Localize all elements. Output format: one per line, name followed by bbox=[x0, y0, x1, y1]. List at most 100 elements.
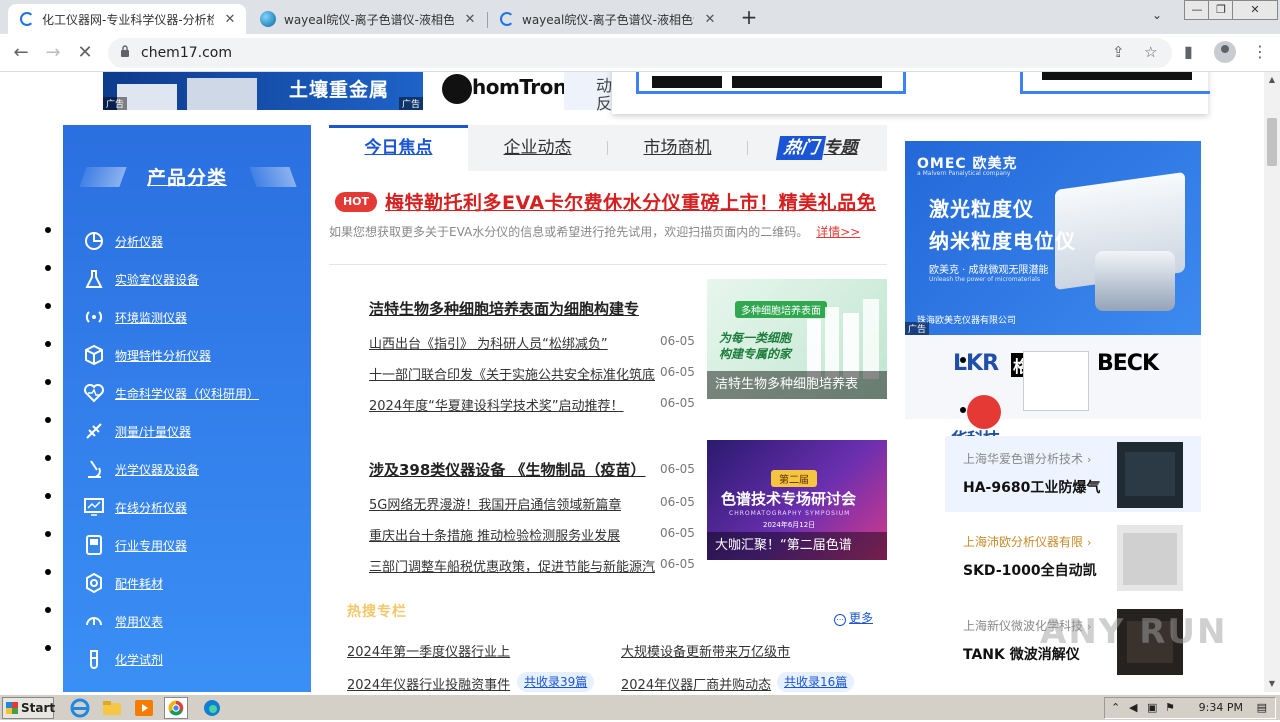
dark-text-banner-ad[interactable] bbox=[612, 72, 1210, 114]
tab-market[interactable]: 市场商机 bbox=[608, 125, 747, 171]
folder-icon[interactable] bbox=[100, 697, 124, 719]
category-item[interactable]: 化学试剂 bbox=[83, 647, 163, 671]
pie-chart-icon bbox=[85, 232, 103, 250]
tab-close-icon[interactable]: ✕ bbox=[462, 12, 478, 27]
tab-hot-topics[interactable]: 热门 专题 bbox=[748, 125, 887, 171]
category-item[interactable]: 测量/计量仪器 bbox=[83, 419, 191, 443]
headline-summary: 如果您想获取更多关于EVA水分仪的信息或希望进行抢先试用，欢迎扫描页面内的二维码… bbox=[329, 223, 860, 240]
category-item[interactable]: 环境监测仪器 bbox=[83, 305, 187, 329]
action-center-icon[interactable]: ▤ bbox=[1257, 701, 1267, 714]
more-link[interactable]: ⋯ 更多 bbox=[834, 609, 873, 626]
category-title[interactable]: 产品分类 bbox=[147, 163, 227, 190]
hot-link[interactable]: 2024年仪器厂商并购动态 bbox=[621, 674, 771, 692]
category-item[interactable]: 行业专用仪器 bbox=[83, 533, 187, 557]
share-icon[interactable]: ⇪ bbox=[1112, 43, 1125, 61]
partner-logo[interactable]: LKR bbox=[953, 351, 999, 376]
product-card[interactable]: 上海华爱色谱分析技术 › HA-9680工业防爆气 bbox=[945, 436, 1201, 512]
hot-columns-title: 热搜专栏 bbox=[347, 604, 407, 620]
collection-count-pill[interactable]: 共收录16篇 bbox=[777, 672, 855, 692]
windows-taskbar: Start ⌃ ◀ ▣ ⚑ 9:34 PM ▤ bbox=[0, 694, 1280, 720]
back-button[interactable]: ← bbox=[8, 40, 34, 66]
edge-icon[interactable] bbox=[200, 697, 224, 719]
category-item[interactable]: 分析仪器 bbox=[83, 229, 163, 253]
more-circle-icon: ⋯ bbox=[834, 614, 846, 626]
volume-icon[interactable]: ◀ bbox=[1129, 701, 1137, 714]
category-label: 常用仪表 bbox=[115, 614, 164, 629]
topics-label: 专题 bbox=[823, 138, 858, 158]
scroll-thumb[interactable] bbox=[1267, 118, 1277, 166]
stop-loading-button[interactable]: ✕ bbox=[72, 40, 98, 66]
text-bar bbox=[732, 76, 882, 88]
close-window-button[interactable]: ✕ bbox=[1232, 0, 1278, 20]
news-item-link[interactable]: 重庆出台十条措施 推动检验检测服务业发展 bbox=[369, 525, 620, 544]
tab-search-button[interactable]: ⌄ bbox=[1152, 8, 1162, 22]
tray-expand-icon[interactable]: ⌃ bbox=[1111, 701, 1120, 714]
tab-close-icon[interactable]: ✕ bbox=[222, 12, 238, 27]
collection-count-pill[interactable]: 共收录39篇 bbox=[517, 672, 595, 692]
side-banner[interactable]: 动 反 bbox=[564, 72, 614, 113]
news-date: 06-05 bbox=[660, 396, 695, 410]
category-label: 生命科学仪器（仪科研用） bbox=[115, 386, 260, 401]
category-item[interactable]: 常用仪表 bbox=[83, 609, 163, 633]
thumb-text: 2024年6月12日 bbox=[763, 521, 816, 529]
device-icon bbox=[86, 535, 102, 555]
list-bullet bbox=[45, 341, 51, 347]
category-item[interactable]: 配件耗材 bbox=[83, 571, 163, 595]
loading-spinner-icon bbox=[500, 12, 514, 26]
hot-link[interactable]: 2024年第一季度仪器行业上 bbox=[347, 641, 510, 660]
news-item-link[interactable]: 山西出台《指引》 为科研人员“松绑减负” bbox=[369, 333, 608, 352]
news-item-link[interactable]: 三部门调整车船税优惠政策，促进节能与新能源汽 bbox=[369, 556, 655, 575]
new-tab-button[interactable]: + bbox=[738, 6, 760, 28]
internet-explorer-icon[interactable] bbox=[68, 697, 92, 719]
category-item[interactable]: 生命科学仪器（仪科研用） bbox=[83, 381, 259, 405]
product-card[interactable]: 上海沛欧分析仪器有限 › SKD-1000全自动凯 bbox=[945, 519, 1201, 595]
forward-button[interactable]: → bbox=[40, 40, 66, 66]
flag-icon[interactable]: ⚑ bbox=[1165, 701, 1175, 714]
maximize-button[interactable]: ❐ bbox=[1208, 0, 1234, 20]
minimize-button[interactable]: — bbox=[1184, 0, 1210, 20]
media-player-icon[interactable] bbox=[132, 697, 156, 719]
scroll-down-icon[interactable]: ▼ bbox=[1264, 676, 1280, 692]
tab-wayeal-1[interactable]: wayeal皖仪-离子色谱仪-液相色谱仪 ✕ bbox=[248, 4, 486, 34]
network-icon[interactable]: ▣ bbox=[1147, 701, 1157, 714]
chrome-taskbar-button[interactable] bbox=[164, 697, 188, 719]
news-thumbnail[interactable]: 多种细胞培养表面 为每一类细胞 构建专属的家 洁特生物多种细胞培养表 bbox=[707, 279, 887, 399]
signal-icon bbox=[85, 311, 103, 323]
url-text[interactable]: chem17.com bbox=[141, 45, 232, 61]
news-main-link[interactable]: 涉及398类仪器设备 《生物制品（疫苗） bbox=[369, 459, 646, 480]
partner-logo[interactable]: BECK bbox=[1097, 351, 1159, 376]
news-thumbnail[interactable]: 第二届 色谱技术专场研讨会 CHROMATOGRAPHY SYMPOSIUM 2… bbox=[707, 440, 887, 560]
profile-avatar[interactable] bbox=[1214, 41, 1236, 63]
details-link[interactable]: 详情>> bbox=[816, 225, 860, 239]
category-label: 行业专用仪器 bbox=[115, 538, 188, 553]
omec-ad-banner[interactable]: OMEC 欧美克 a Malvern Panalytical company 激… bbox=[905, 141, 1201, 335]
hot-link[interactable]: 大规模设备更新带来万亿级市 bbox=[621, 641, 790, 660]
red-logo-icon bbox=[967, 395, 1001, 429]
category-item[interactable]: 光学仪器及设备 bbox=[83, 457, 199, 481]
news-item-link[interactable]: 2024年度“华夏建设科学技术奖”启动推荐！ bbox=[369, 395, 624, 414]
news-item-link[interactable]: 十一部门联合印发《关于实施公共安全标准化筑底 bbox=[369, 364, 655, 383]
side-panel-icon[interactable]: ▮ bbox=[1184, 42, 1193, 61]
bookmark-star-icon[interactable]: ☆ bbox=[1144, 43, 1157, 61]
category-item[interactable]: 物理特性分析仪器 bbox=[83, 343, 211, 367]
category-item[interactable]: 实验室仪器设备 bbox=[83, 267, 199, 291]
headline-link[interactable]: 梅特勒托利多EVA卡尔费休水分仪重磅上市！精美礼品免 bbox=[385, 188, 876, 215]
page-scrollbar[interactable]: ▲ ▼ bbox=[1264, 72, 1280, 692]
news-main-link[interactable]: 洁特生物多种细胞培养表面为细胞构建专 bbox=[369, 298, 639, 319]
list-bullet bbox=[45, 227, 51, 233]
tab-close-icon[interactable]: ✕ bbox=[702, 12, 718, 27]
tab-chem17[interactable]: 化工仪器网-专业科学仪器-分析检测 ✕ bbox=[8, 4, 246, 34]
category-item[interactable]: 在线分析仪器 bbox=[83, 495, 187, 519]
soil-banner-ad[interactable]: 土壤重金属 广告 广告 bbox=[103, 72, 423, 110]
menu-kebab-icon[interactable]: ⋮ bbox=[1252, 42, 1268, 61]
news-item-link[interactable]: 5G网络无界漫游！我国开启通信领域新篇章 bbox=[369, 494, 621, 513]
thumb-text: 色谱技术专场研讨会 bbox=[721, 490, 857, 508]
scroll-up-icon[interactable]: ▲ bbox=[1264, 72, 1280, 88]
tab-company-news[interactable]: 企业动态 bbox=[468, 125, 607, 171]
address-bar[interactable]: chem17.com ⇪ ☆ bbox=[108, 38, 1172, 68]
tab-wayeal-2[interactable]: wayeal皖仪-离子色谱仪-液相色谱仪 ✕ bbox=[488, 4, 726, 34]
chrome-icon bbox=[168, 700, 184, 716]
start-button[interactable]: Start bbox=[2, 697, 55, 719]
hot-link[interactable]: 2024年仪器行业投融资事件 bbox=[347, 674, 510, 692]
tab-today-focus[interactable]: 今日焦点 bbox=[329, 125, 468, 171]
